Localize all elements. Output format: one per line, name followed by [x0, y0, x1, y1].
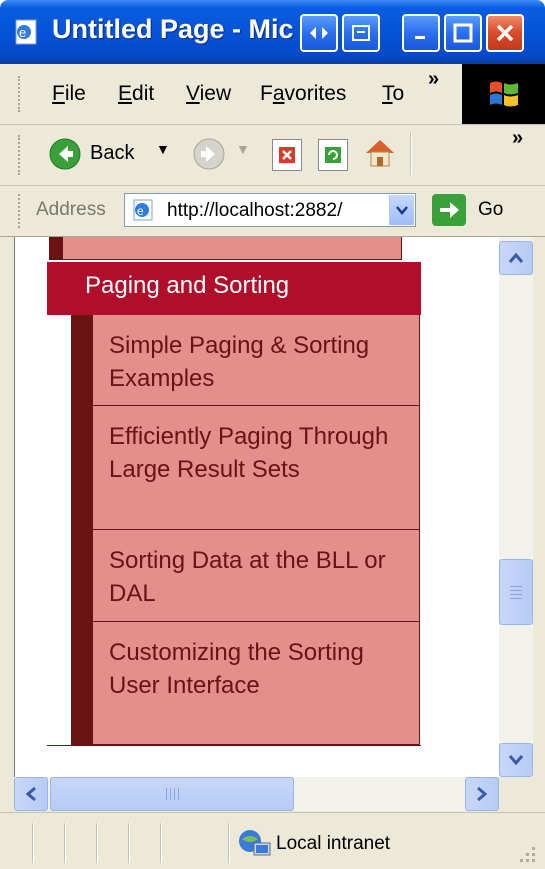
- chevron-up-icon: [508, 252, 524, 263]
- page-content: Paging and Sorting Simple Paging & Sorti…: [14, 237, 500, 777]
- svg-text:e: e: [19, 25, 26, 40]
- local-intranet-icon: [239, 830, 271, 856]
- resize-grip-icon[interactable]: [516, 843, 538, 865]
- status-divider: [228, 823, 230, 863]
- menu-file[interactable]: File: [52, 82, 86, 106]
- address-url: http://localhost:2882/: [167, 200, 343, 221]
- window-title: Untitled Page - Mic: [52, 14, 294, 44]
- back-label: Back: [90, 142, 135, 164]
- menu-item-simple-paging[interactable]: Simple Paging & Sorting Examples: [93, 315, 419, 406]
- links-icon[interactable]: [300, 14, 338, 52]
- address-label: Address: [36, 199, 106, 220]
- scroll-up-button[interactable]: [499, 241, 533, 275]
- previous-menu-item[interactable]: [49, 237, 402, 260]
- ie-page-icon: e: [15, 19, 37, 45]
- browser-window: e Untitled Page - Mic File Edit View Fav…: [0, 0, 545, 869]
- chevron-right-icon: [477, 786, 488, 802]
- media-icon[interactable]: [342, 14, 380, 52]
- toolbar-grip: [18, 135, 23, 175]
- section-header-paging-sorting[interactable]: Paging and Sorting: [47, 262, 421, 315]
- horizontal-scroll-thumb[interactable]: [50, 777, 294, 811]
- back-arrow-icon: [49, 138, 81, 170]
- close-button[interactable]: [486, 14, 524, 52]
- ie-page-icon: e: [133, 199, 153, 221]
- scroll-right-button[interactable]: [465, 777, 499, 811]
- maximize-button[interactable]: [444, 14, 482, 52]
- toolbar-overflow-chevron[interactable]: »: [512, 127, 523, 150]
- vertical-scrollbar[interactable]: [499, 237, 533, 777]
- home-icon: [366, 140, 394, 167]
- menu-item-customizing-sorting[interactable]: Customizing the Sorting User Interface: [93, 622, 419, 745]
- status-divider: [128, 823, 130, 863]
- go-button[interactable]: [432, 194, 466, 226]
- minimize-button[interactable]: [402, 14, 440, 52]
- toolbar-separator: [410, 133, 412, 175]
- menu-item-sorting-bll-dal[interactable]: Sorting Data at the BLL or DAL: [93, 530, 419, 622]
- menu-side-bar: [71, 315, 93, 745]
- address-bar: Address e http://localhost:2882/ Go: [0, 186, 545, 237]
- stop-button[interactable]: [272, 139, 302, 171]
- go-arrow-icon: [440, 202, 459, 218]
- go-label[interactable]: Go: [478, 199, 503, 221]
- forward-button[interactable]: ▼: [192, 137, 250, 176]
- forward-dropdown-icon[interactable]: ▼: [236, 141, 250, 157]
- refresh-icon: [325, 147, 341, 163]
- menu-view[interactable]: View: [186, 82, 231, 106]
- stop-icon: [279, 147, 295, 163]
- home-button[interactable]: [362, 135, 398, 176]
- svg-text:e: e: [137, 204, 144, 218]
- address-dropdown-icon[interactable]: [389, 195, 414, 225]
- standard-toolbar: Back ▼ ▼ »: [0, 125, 545, 186]
- menu-bottom-line: [47, 745, 421, 746]
- horizontal-scrollbar[interactable]: [14, 777, 499, 811]
- back-button[interactable]: Back ▼: [48, 137, 170, 176]
- menu-edit[interactable]: Edit: [118, 82, 154, 106]
- back-dropdown-icon[interactable]: ▼: [156, 141, 170, 157]
- status-divider: [160, 823, 162, 863]
- scroll-corner: [499, 777, 533, 811]
- chevron-down-icon: [508, 755, 524, 766]
- windows-logo-icon: [462, 64, 545, 124]
- status-divider: [64, 823, 66, 863]
- status-divider: [96, 823, 98, 863]
- chevron-left-icon: [25, 786, 36, 802]
- status-bar: Local intranet: [0, 812, 545, 869]
- refresh-button[interactable]: [318, 139, 348, 171]
- address-input[interactable]: e http://localhost:2882/: [124, 193, 416, 227]
- title-bar: e Untitled Page - Mic: [0, 0, 545, 64]
- menubar-grip: [18, 76, 23, 112]
- menu-favorites[interactable]: Favorites: [260, 82, 346, 106]
- status-zone: Local intranet: [276, 833, 391, 854]
- scroll-left-button[interactable]: [14, 777, 48, 811]
- menu-tools[interactable]: To: [382, 82, 410, 106]
- menu-items: Simple Paging & Sorting Examples Efficie…: [93, 315, 420, 745]
- menu-overflow-chevron[interactable]: »: [428, 68, 439, 91]
- forward-arrow-icon: [193, 138, 225, 170]
- address-grip: [18, 194, 23, 228]
- menu-item-efficient-paging[interactable]: Efficiently Paging Through Large Result …: [93, 406, 419, 530]
- scroll-down-button[interactable]: [499, 743, 533, 777]
- status-divider: [32, 823, 34, 863]
- vertical-scroll-thumb[interactable]: [499, 559, 533, 625]
